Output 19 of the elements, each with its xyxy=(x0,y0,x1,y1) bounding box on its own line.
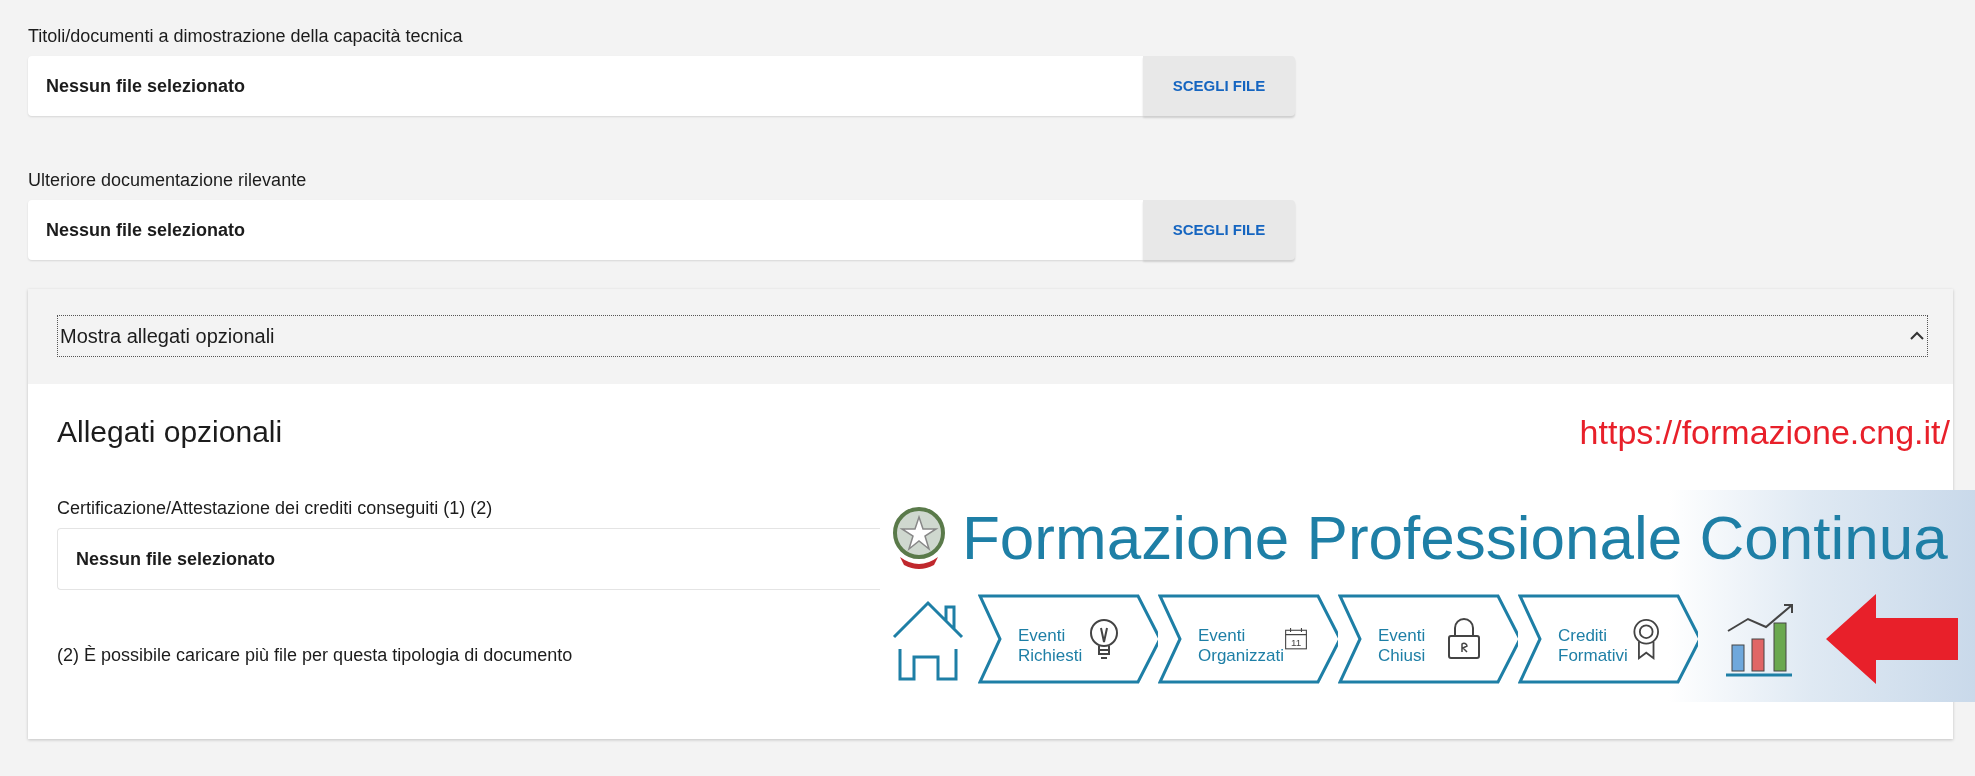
emblem-icon xyxy=(890,505,948,571)
banner-title: Formazione Professionale Continua xyxy=(962,502,1948,574)
choose-file-button[interactable]: SCEGLI FILE xyxy=(1143,56,1295,116)
nav-step-button[interactable]: Crediti Formativi xyxy=(1518,594,1698,684)
field-label: Ulteriore documentazione rilevante xyxy=(28,169,307,192)
file-input-field[interactable]: Nessun file selezionato xyxy=(28,56,1143,116)
url-caption: https://formazione.cng.it/ xyxy=(1579,412,1950,452)
file-input-field[interactable]: Nessun file selezionato xyxy=(28,200,1143,260)
nav-step-button[interactable]: Eventi Chiusi xyxy=(1338,594,1518,684)
nav-step-button[interactable]: Eventi Organizzati 11 xyxy=(1158,594,1338,684)
section-heading: Allegati opzionali xyxy=(57,414,283,450)
field-label: Titoli/documenti a dimostrazione della capacità tecnica xyxy=(28,25,463,48)
section-toggle[interactable]: Mostra allegati opzionali xyxy=(57,315,1928,357)
file-input-field[interactable]: Nessun file selezionato xyxy=(57,528,880,590)
left-arrow-icon xyxy=(1826,594,1958,684)
footnote-text: (2) È possibile caricare più file per questa tipologia di documento xyxy=(57,644,573,667)
field-label: Certificazione/Attestazione dei crediti conseguiti (1) (2) xyxy=(57,497,493,520)
choose-file-button[interactable]: SCEGLI FILE xyxy=(1143,200,1295,260)
nav-step-button[interactable]: Eventi Richiesti xyxy=(978,594,1158,684)
